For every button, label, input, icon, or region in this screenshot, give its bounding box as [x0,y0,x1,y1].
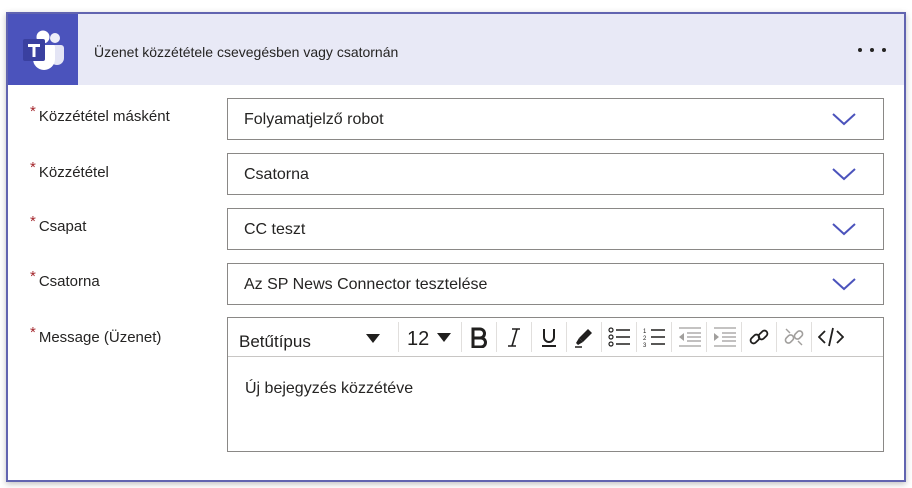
post-as-dropdown[interactable]: Folyamatjelző robot [227,98,884,140]
channel-value: Az SP News Connector tesztelése [244,276,488,293]
required-marker: * [30,324,36,341]
post-as-label: * Közzététel másként [30,103,170,125]
channel-dropdown[interactable]: Az SP News Connector tesztelése [227,263,884,305]
team-value: CC teszt [244,221,306,238]
required-marker: * [30,159,36,176]
code-view-icon [818,327,844,347]
numbered-list-button[interactable]: 1 2 3 [636,322,671,352]
more-options-button[interactable] [854,38,890,62]
chevron-down-icon [832,278,856,291]
increase-indent-icon [714,327,736,347]
more-ellipsis-icon [858,48,862,52]
code-view-button[interactable] [811,322,846,352]
card-header[interactable]: Üzenet közzététele csevegésben vagy csat… [8,14,904,85]
required-marker: * [30,213,36,230]
bold-button[interactable] [461,322,496,352]
font-family-label: Betűtípus [239,332,311,351]
post-as-value: Folyamatjelző robot [244,111,384,128]
bulleted-list-icon [608,327,630,347]
chevron-down-icon [832,168,856,181]
unlink-icon [784,328,804,346]
chevron-down-icon [832,223,856,236]
highlight-button[interactable] [566,322,601,352]
chevron-down-icon [832,113,856,126]
link-icon [749,329,769,345]
decrease-indent-icon [679,327,701,347]
team-label: * Csapat [30,213,87,235]
editor-toolbar: Betűtípus 12 1 2 3 [228,318,883,357]
message-editor[interactable]: Betűtípus 12 1 2 3 Új bejegyzés közzétév… [227,317,884,452]
team-dropdown[interactable]: CC teszt [227,208,884,250]
font-family-dropdown[interactable]: Betűtípus [230,322,392,352]
post-in-label: * Közzététel [30,159,109,181]
caret-down-icon [366,334,380,343]
svg-text:1: 1 [643,329,647,335]
highlighter-icon [575,329,592,348]
message-label: * Message (Üzenet) [30,324,162,346]
numbered-list-icon: 1 2 3 [643,329,665,348]
card-title: Üzenet közzététele csevegésben vagy csat… [94,44,399,60]
action-card: Üzenet közzététele csevegésben vagy csat… [6,12,906,482]
svg-text:2: 2 [643,336,647,342]
font-size-dropdown[interactable]: 12 [398,322,457,352]
channel-label: * Csatorna [30,268,100,290]
bulleted-list-button[interactable] [601,322,636,352]
bold-icon [471,327,487,348]
message-body-text[interactable]: Új bejegyzés közzétéve [245,380,413,398]
underline-button[interactable] [531,322,566,352]
svg-text:3: 3 [643,343,647,348]
required-marker: * [30,103,36,120]
caret-down-icon [437,333,451,342]
teams-icon [8,14,78,85]
underline-icon [542,329,556,347]
post-in-value: Csatorna [244,166,309,183]
required-marker: * [30,268,36,285]
remove-link-button[interactable] [776,322,811,352]
font-size-label: 12 [407,328,430,350]
decrease-indent-button[interactable] [671,322,706,352]
italic-button[interactable] [496,322,531,352]
post-in-dropdown[interactable]: Csatorna [227,153,884,195]
insert-link-button[interactable] [741,322,776,352]
italic-icon [508,328,520,347]
increase-indent-button[interactable] [706,322,741,352]
